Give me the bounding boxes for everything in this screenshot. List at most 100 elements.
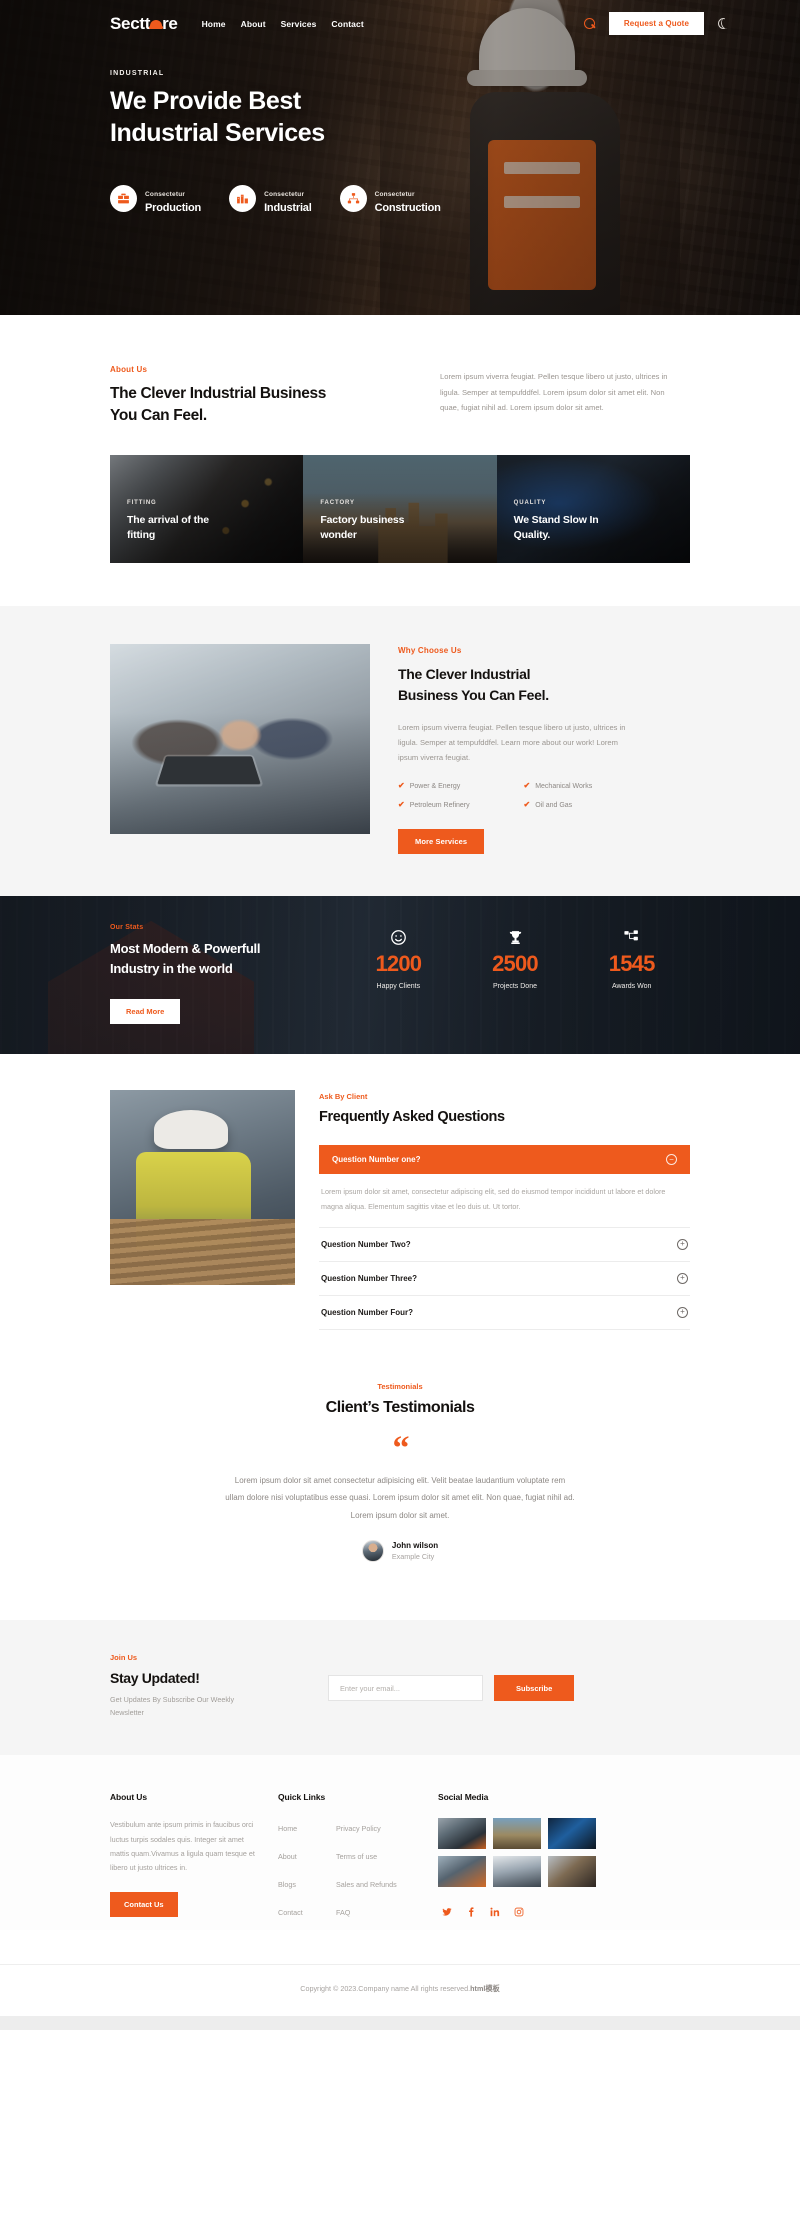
testimonial-text: Lorem ipsum dolor sit amet consectetur a… — [225, 1476, 575, 1520]
faq-content: Ask By Client Frequently Asked Questions… — [319, 1090, 690, 1330]
footer-link-contact[interactable]: Contact — [278, 1908, 303, 1917]
hero-service-eyebrow: Consectetur — [145, 191, 186, 198]
page-root: Sectt re Home About Services Contact Requ… — [0, 0, 800, 2031]
footer-links-col-2: Privacy Policy Terms of use Sales and Re… — [336, 1792, 428, 1930]
newsletter-title: Stay Updated! — [110, 1669, 200, 1686]
footer-quick-links-heading: Quick Links — [278, 1792, 326, 1803]
card-eyebrow: FITTING — [127, 499, 157, 506]
nav-item-about[interactable]: About — [241, 19, 266, 29]
card-eyebrow: QUALITY — [513, 499, 547, 506]
about-title: The Clever Industrial Business You Can F… — [110, 383, 420, 427]
stats-section: Our Stats Most Modern & Powerfull Indust… — [0, 896, 800, 1055]
hero-service-text: Consectetur Industrial — [264, 183, 312, 214]
why-title: The Clever Industrial Business You Can F… — [398, 664, 690, 707]
factory-icon — [229, 185, 257, 212]
testimonial-author: John wilson Example City — [110, 1539, 690, 1562]
stats-heading-block: Our Stats Most Modern & Powerfull Indust… — [110, 924, 340, 1025]
stat-label: Awards Won — [611, 983, 652, 991]
hero-service-text: Consectetur Construction — [375, 183, 441, 214]
faq-item-two[interactable]: Question Number Two? + — [319, 1228, 690, 1262]
copyright-bar: Copyright © 2023.Company name All rights… — [0, 1964, 800, 2016]
facebook-icon[interactable] — [465, 1906, 477, 1918]
stat-happy-clients: 1200 Happy Clients — [340, 926, 457, 990]
footer-list-item: Privacy Policy — [336, 1818, 428, 1836]
about-title-line-2: You Can Feel. — [110, 407, 207, 424]
plus-circle-icon[interactable]: + — [677, 1306, 688, 1318]
request-quote-button[interactable]: Request a Quote — [608, 12, 704, 35]
bottom-strip — [0, 2016, 800, 2031]
footer-link-about[interactable]: About — [278, 1852, 297, 1861]
nav-actions: Request a Quote — [583, 12, 730, 35]
instagram-icon[interactable] — [513, 1906, 525, 1918]
stat-projects-done: 2500 Projects Done — [457, 926, 574, 990]
helmet-logo-icon — [149, 19, 164, 29]
hero-service-list: Consectetur Production Consectetur Indus… — [0, 149, 800, 214]
email-input[interactable] — [328, 1675, 483, 1702]
why-feature-item: ✔ Power & Energy — [398, 782, 518, 790]
footer-about-text: Vestibulum ante ipsum primis in faucibus… — [110, 1820, 255, 1872]
stat-value: 1200 — [375, 951, 422, 977]
newsletter-section: Join Us Stay Updated! Get Updates By Sub… — [0, 1619, 800, 1756]
footer-link-terms-of-use[interactable]: Terms of use — [336, 1852, 377, 1861]
footer-thumbnail[interactable] — [438, 1856, 486, 1888]
nav-item-services[interactable]: Services — [281, 19, 317, 29]
footer-link-blogs[interactable]: Blogs — [278, 1880, 296, 1889]
footer-thumbnail[interactable] — [548, 1856, 596, 1888]
footer-thumbnail[interactable] — [438, 1818, 486, 1850]
footer-thumbnail[interactable] — [493, 1856, 541, 1888]
footer-link-sales-and-refunds[interactable]: Sales and Refunds — [336, 1880, 397, 1889]
hero-service-industrial[interactable]: Consectetur Industrial — [229, 183, 312, 214]
footer-social-heading: Social Media — [438, 1792, 489, 1803]
faq-item-four[interactable]: Question Number Four? + — [319, 1296, 690, 1330]
hero-service-production[interactable]: Consectetur Production — [110, 183, 201, 214]
footer-about-heading: About Us — [110, 1792, 147, 1803]
feature-card-factory[interactable]: FACTORY Factory business wonder — [303, 455, 497, 563]
faq-item-open[interactable]: Question Number one? − — [319, 1145, 690, 1175]
faq-answer: Lorem ipsum dolor sit amet, consectetur … — [319, 1174, 690, 1228]
feature-card-quality[interactable]: QUALITY We Stand Slow In Quality. — [496, 455, 690, 563]
read-more-button[interactable]: Read More — [110, 999, 181, 1025]
about-section: About Us The Clever Industrial Business … — [0, 315, 800, 427]
footer-link-privacy-policy[interactable]: Privacy Policy — [336, 1824, 381, 1833]
more-services-button[interactable]: More Services — [398, 829, 485, 855]
footer-thumbnail[interactable] — [493, 1818, 541, 1850]
plus-circle-icon[interactable]: + — [677, 1238, 688, 1250]
copyright-suffix: html模板 — [470, 1984, 500, 1994]
why-feature-list: ✔ Power & Energy ✔ Mechanical Works ✔ Petro… — [398, 782, 643, 809]
footer-thumbnail[interactable] — [548, 1818, 596, 1850]
subscribe-button[interactable]: Subscribe — [494, 1675, 575, 1702]
card-eyebrow: FACTORY — [320, 499, 355, 506]
about-heading-block: About Us The Clever Industrial Business … — [110, 365, 420, 427]
footer-link-list-secondary: Privacy Policy Terms of use Sales and Re… — [336, 1818, 428, 1920]
why-choose-content: Why Choose Us The Clever Industrial Busi… — [398, 644, 690, 855]
feature-card-fitting[interactable]: FITTING The arrival of the fitting — [110, 455, 304, 563]
why-feature-label: Power & Energy — [409, 782, 461, 790]
stat-value: 2500 — [492, 951, 539, 977]
search-icon[interactable] — [583, 17, 596, 30]
why-feature-label: Mechanical Works — [535, 782, 593, 790]
minus-circle-icon[interactable]: − — [666, 1154, 677, 1166]
testimonials-section: Testimonials Client’s Testimonials “ Lor… — [0, 1330, 800, 1620]
footer-link-home[interactable]: Home — [278, 1824, 297, 1833]
avatar — [361, 1539, 384, 1562]
linkedin-icon[interactable] — [489, 1906, 501, 1918]
card-title: We Stand Slow In Quality. — [513, 513, 599, 541]
hero-copy: INDUSTRIAL We Provide Best Industrial Se… — [0, 38, 800, 149]
sitemap-icon — [339, 185, 367, 212]
why-feature-item: ✔ Petroleum Refinery — [398, 801, 518, 809]
twitter-icon[interactable] — [441, 1906, 453, 1918]
newsletter-form: Subscribe — [328, 1671, 575, 1702]
hero-service-construction[interactable]: Consectetur Construction — [339, 183, 441, 214]
nav-item-home[interactable]: Home — [202, 19, 226, 29]
why-feature-label: Oil and Gas — [535, 801, 573, 809]
footer-link-faq[interactable]: FAQ — [336, 1908, 350, 1917]
moon-icon[interactable] — [717, 17, 730, 30]
footer-quick-links-column: Quick Links Home About Blogs Contact Pri… — [278, 1792, 428, 1930]
site-logo[interactable]: Sectt re — [110, 15, 178, 32]
about-title-line-1: The Clever Industrial Business — [110, 385, 327, 402]
faq-item-three[interactable]: Question Number Three? + — [319, 1262, 690, 1296]
nav-item-contact[interactable]: Contact — [331, 19, 363, 29]
hero-eyebrow: INDUSTRIAL — [110, 70, 165, 77]
plus-circle-icon[interactable]: + — [677, 1272, 688, 1284]
contact-us-button[interactable]: Contact Us — [110, 1891, 178, 1917]
